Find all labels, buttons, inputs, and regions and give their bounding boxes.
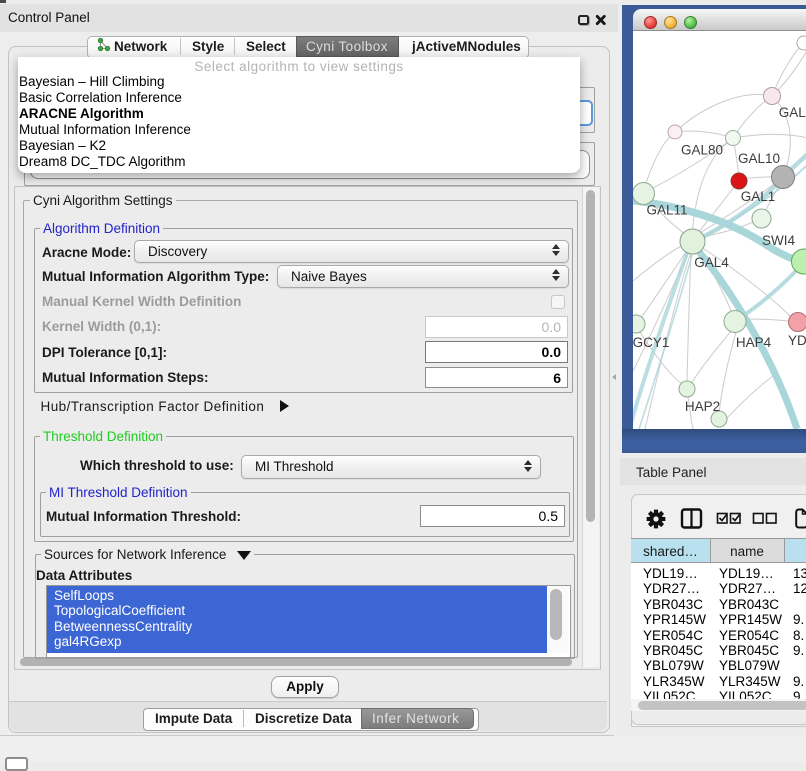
svg-text:GAL10: GAL10 (738, 151, 780, 166)
svg-text:YD: YD (788, 333, 806, 348)
svg-text:GAL1: GAL1 (741, 189, 776, 204)
svg-text:SWI4: SWI4 (762, 233, 795, 248)
svg-text:GAL7: GAL7 (779, 105, 806, 120)
svg-text:GAL4: GAL4 (694, 255, 729, 270)
svg-text:GCY1: GCY1 (633, 335, 669, 350)
svg-text:HAP4: HAP4 (736, 335, 772, 350)
svg-text:GAL11: GAL11 (646, 203, 687, 218)
svg-text:HAP2: HAP2 (685, 399, 720, 414)
svg-text:GAL80: GAL80 (681, 143, 723, 158)
